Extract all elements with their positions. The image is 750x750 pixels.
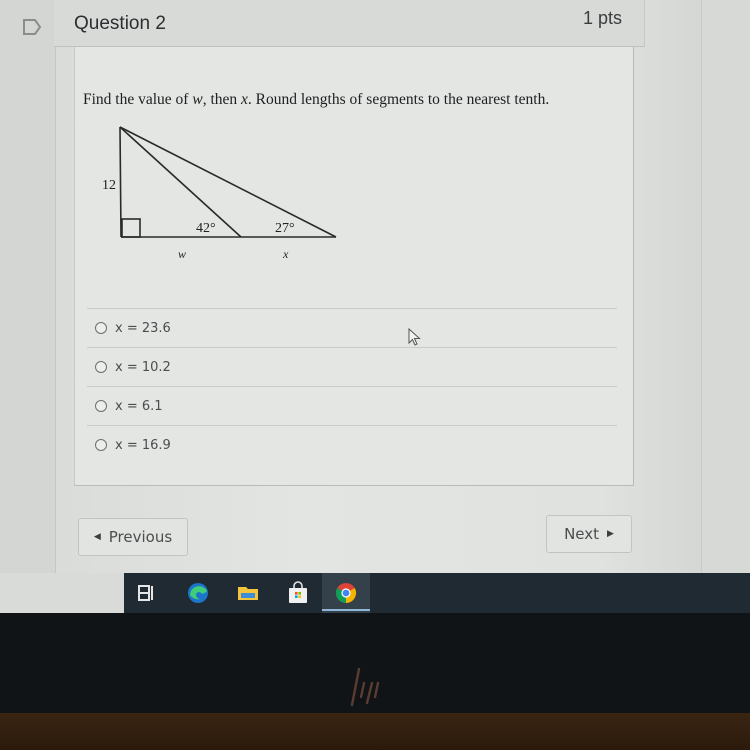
previous-label: Previous <box>108 528 173 546</box>
previous-button[interactable]: ◀ Previous <box>78 518 188 556</box>
prompt-var-x: x <box>241 91 248 108</box>
next-label: Next <box>564 525 600 543</box>
prompt-var-w: w <box>192 91 203 108</box>
task-view-icon[interactable] <box>134 581 158 605</box>
next-button[interactable]: Next ▶ <box>546 515 632 553</box>
vertical-leg <box>119 126 122 238</box>
answer-option[interactable]: x = 16.9 <box>87 425 617 464</box>
radio-button[interactable] <box>95 322 107 334</box>
answer-label: x = 16.9 <box>115 437 171 453</box>
answer-label: x = 6.1 <box>115 398 163 414</box>
answer-option[interactable]: x = 23.6 <box>87 308 617 347</box>
taskbar-search-area <box>0 573 124 613</box>
segment-label-w: w <box>178 247 186 261</box>
mouse-cursor-icon <box>408 328 421 346</box>
side-label-12: 12 <box>102 178 116 193</box>
answer-list: x = 23.6 x = 10.2 x = 6.1 x = 16.9 <box>87 308 617 464</box>
angle-label-27: 27° <box>275 221 295 236</box>
chrome-icon <box>335 583 357 604</box>
active-indicator <box>322 609 370 611</box>
answer-label: x = 10.2 <box>115 359 171 375</box>
question-points: 1 pts <box>582 8 622 28</box>
angle-label-42: 42° <box>196 221 216 236</box>
question-prompt: Find the value of w, then x. Round lengt… <box>83 91 549 109</box>
hp-logo <box>350 667 380 707</box>
file-explorer-icon[interactable] <box>236 581 260 605</box>
store-icon[interactable] <box>286 581 310 605</box>
answer-label: x = 23.6 <box>115 320 171 336</box>
laptop-bezel <box>0 613 750 713</box>
caret-left-icon: ◀ <box>93 532 101 542</box>
hypotenuse-inner <box>119 126 242 238</box>
prompt-text: . Round lengths of segments to the neare… <box>247 91 550 108</box>
chrome-taskbar-button[interactable] <box>322 573 370 613</box>
left-margin <box>0 0 56 576</box>
flag-question-icon[interactable] <box>22 18 42 36</box>
question-title: Question 2 <box>74 13 166 34</box>
segment-label-x: x <box>282 247 289 261</box>
triangle-diagram: 12 42° 27° w x <box>102 126 337 261</box>
hypotenuse-outer <box>119 126 337 238</box>
caret-right-icon: ▶ <box>607 529 614 539</box>
edge-icon[interactable] <box>186 581 210 605</box>
question-header: Question 2 1 pts <box>54 0 645 47</box>
question-body: Find the value of w, then x. Round lengt… <box>74 47 634 486</box>
windows-taskbar <box>0 573 750 613</box>
screen: Question 2 1 pts Find the value of w, th… <box>0 0 750 576</box>
answer-option[interactable]: x = 6.1 <box>87 386 617 425</box>
desk-surface <box>0 713 750 750</box>
question-card: Question 2 1 pts Find the value of w, th… <box>54 0 646 488</box>
radio-button[interactable] <box>95 361 107 373</box>
answer-option[interactable]: x = 10.2 <box>87 347 617 386</box>
radio-button[interactable] <box>95 400 107 412</box>
prompt-text: , then <box>202 91 241 108</box>
right-angle-mark <box>121 218 141 238</box>
prompt-text: Find the value of <box>83 91 193 108</box>
right-margin <box>701 0 750 576</box>
radio-button[interactable] <box>95 439 107 451</box>
